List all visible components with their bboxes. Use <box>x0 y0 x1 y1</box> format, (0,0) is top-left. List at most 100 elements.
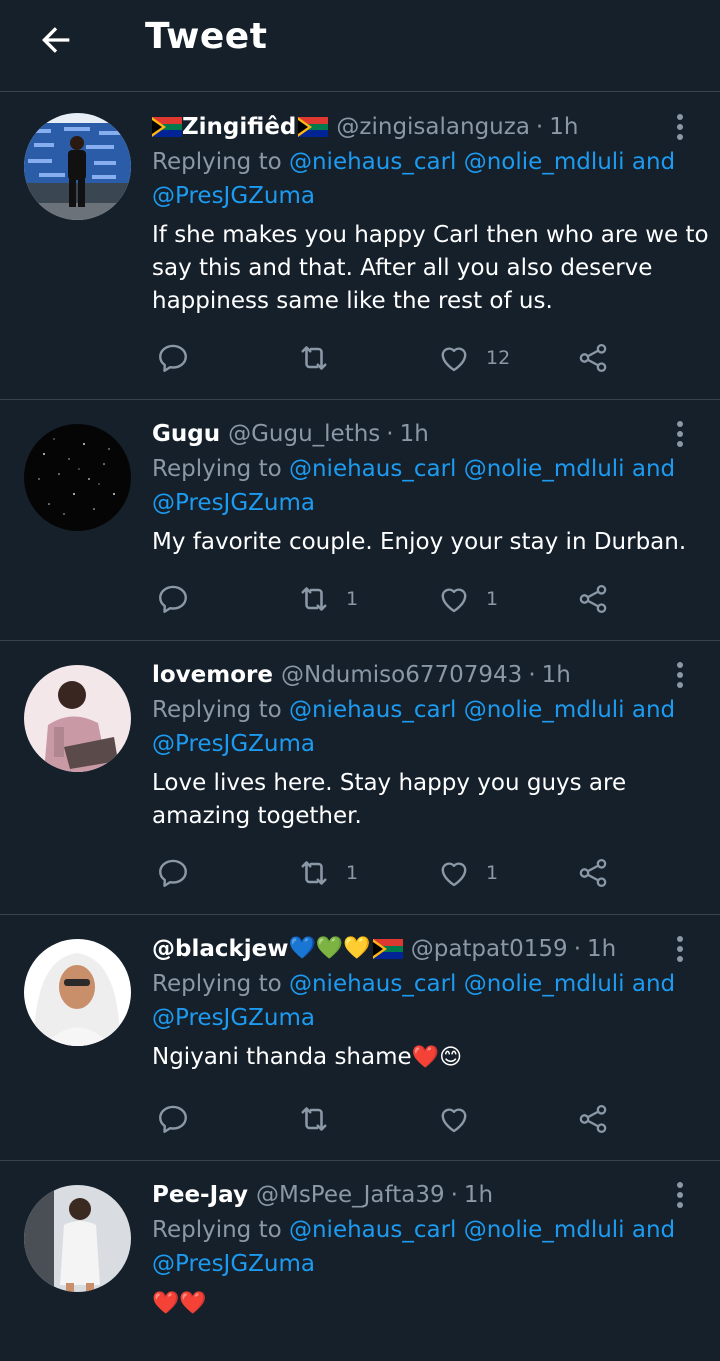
retweet-icon <box>301 861 327 885</box>
timestamp[interactable]: 1h <box>542 659 571 691</box>
more-options-button[interactable] <box>664 111 696 143</box>
replying-to: Replying to @niehaus_carl @nolie_mdluli … <box>152 1213 696 1281</box>
tweet-text: Ngiyani thanda shame❤️😊 <box>152 1041 712 1074</box>
hearts-emoji: 💙💚💛 <box>288 936 371 961</box>
heart-icon <box>441 588 467 613</box>
tweet-meta: Zingifiêd @zingisalanguza · 1h <box>152 111 696 143</box>
tweet-text-body: Ngiyani thanda shame <box>152 1044 412 1070</box>
author-handle[interactable]: @Gugu_leths <box>228 418 380 450</box>
separator-dot: · <box>573 936 581 962</box>
heart-icon <box>441 1108 467 1133</box>
replies-feed: Zingifiêd @zingisalanguza · 1h Replying … <box>0 93 720 1361</box>
avatar[interactable] <box>24 1185 131 1292</box>
mention-link[interactable]: @niehaus_carl <box>289 697 456 723</box>
tweet-content: Gugu @Gugu_leths · 1h Replying to @nieha… <box>152 418 696 559</box>
avatar[interactable] <box>24 939 131 1046</box>
mention-link[interactable]: @PresJGZuma <box>152 1251 315 1277</box>
author-handle[interactable]: @patpat0159 <box>411 933 568 965</box>
mention-link[interactable]: @PresJGZuma <box>152 731 315 757</box>
more-options-button[interactable] <box>664 1179 696 1211</box>
timestamp[interactable]: 1h <box>464 1179 493 1211</box>
mention-link[interactable]: @nolie_mdluli <box>464 149 625 175</box>
tweet-item[interactable]: lovemore @Ndumiso67707943 · 1h Replying … <box>0 641 720 915</box>
author-name[interactable]: Pee-Jay <box>152 1179 248 1211</box>
page-title: Tweet <box>145 16 268 57</box>
timestamp[interactable]: 1h <box>549 111 578 143</box>
replying-to: Replying to @niehaus_carl @nolie_mdluli … <box>152 145 696 213</box>
separator-dot: · <box>535 114 544 140</box>
retweet-icon <box>301 587 327 611</box>
tweet-item[interactable]: Gugu @Gugu_leths · 1h Replying to @nieha… <box>0 400 720 641</box>
more-options-button[interactable] <box>664 933 696 965</box>
replying-to: Replying to @niehaus_carl @nolie_mdluli … <box>152 693 696 761</box>
reply-icon <box>159 859 187 887</box>
back-button[interactable] <box>28 16 84 64</box>
like-button[interactable]: 1 <box>436 579 498 619</box>
mention-link[interactable]: @nolie_mdluli <box>464 456 625 482</box>
mention-and[interactable]: and <box>632 149 675 175</box>
more-vertical-icon <box>677 662 683 688</box>
mention-link[interactable]: @PresJGZuma <box>152 183 315 209</box>
retweet-button[interactable] <box>296 1099 332 1139</box>
mention-link[interactable]: @nolie_mdluli <box>464 1217 625 1243</box>
mention-link[interactable]: @niehaus_carl <box>289 1217 456 1243</box>
reply-button[interactable] <box>156 1099 190 1139</box>
like-count: 1 <box>486 588 499 610</box>
avatar[interactable] <box>24 113 131 220</box>
author-name[interactable]: Zingifiêd <box>182 111 296 143</box>
like-button[interactable] <box>436 1099 472 1139</box>
replying-to-label: Replying to <box>152 1217 282 1243</box>
more-vertical-icon <box>677 936 683 962</box>
more-options-button[interactable] <box>664 659 696 691</box>
author-handle[interactable]: @Ndumiso67707943 <box>281 659 522 691</box>
share-button[interactable] <box>576 1099 610 1139</box>
mention-link[interactable]: @niehaus_carl <box>289 456 456 482</box>
hearts-emoji: ❤️❤️ <box>152 1291 207 1316</box>
author-name[interactable]: @blackjew <box>152 933 289 965</box>
mention-and[interactable]: and <box>632 697 675 723</box>
tweet-meta: Pee-Jay @MsPee_Jafta39 · 1h <box>152 1179 696 1211</box>
like-button[interactable]: 12 <box>436 338 510 378</box>
tweet-actions: 12 <box>152 338 622 378</box>
retweet-button[interactable] <box>296 338 346 378</box>
avatar[interactable] <box>24 665 131 772</box>
mention-link[interactable]: @PresJGZuma <box>152 490 315 516</box>
replying-to: Replying to @niehaus_carl @nolie_mdluli … <box>152 452 696 520</box>
reply-button[interactable] <box>156 338 190 378</box>
timestamp[interactable]: 1h <box>400 418 429 450</box>
author-handle[interactable]: @zingisalanguza <box>336 111 530 143</box>
mention-link[interactable]: @niehaus_carl <box>289 149 456 175</box>
avatar[interactable] <box>24 424 131 531</box>
reply-button[interactable] <box>156 853 190 893</box>
mention-and[interactable]: and <box>632 456 675 482</box>
mention-and[interactable]: and <box>632 1217 675 1243</box>
retweet-button[interactable]: 1 <box>296 853 358 893</box>
reply-button[interactable] <box>156 579 190 619</box>
separator-dot: · <box>450 1182 458 1208</box>
tweet-text: My favorite couple. Enjoy your stay in D… <box>152 529 687 555</box>
heart-icon <box>441 862 467 887</box>
tweet-text: If she makes you happy Carl then who are… <box>152 222 709 314</box>
mention-link[interactable]: @nolie_mdluli <box>464 697 625 723</box>
share-button[interactable] <box>576 338 610 378</box>
like-button[interactable]: 1 <box>436 853 498 893</box>
author-name[interactable]: Gugu <box>152 418 220 450</box>
mention-and[interactable]: and <box>632 971 675 997</box>
share-button[interactable] <box>576 579 610 619</box>
tweet-text: ❤️❤️ <box>152 1287 712 1320</box>
share-icon <box>579 1104 607 1134</box>
top-app-bar: Tweet <box>0 0 720 92</box>
mention-link[interactable]: @nolie_mdluli <box>464 971 625 997</box>
more-options-button[interactable] <box>664 418 696 450</box>
author-name[interactable]: lovemore <box>152 659 273 691</box>
tweet-item[interactable]: Pee-Jay @MsPee_Jafta39 · 1h Replying to … <box>0 1161 720 1361</box>
tweet-item[interactable]: @blackjew 💙💚💛 @patpat0159 · 1h Replying … <box>0 915 720 1161</box>
share-button[interactable] <box>576 853 610 893</box>
timestamp[interactable]: 1h <box>587 933 616 965</box>
more-vertical-icon <box>677 421 683 447</box>
author-handle[interactable]: @MsPee_Jafta39 <box>256 1179 445 1211</box>
tweet-item[interactable]: Zingifiêd @zingisalanguza · 1h Replying … <box>0 93 720 400</box>
mention-link[interactable]: @PresJGZuma <box>152 1005 315 1031</box>
retweet-button[interactable]: 1 <box>296 579 358 619</box>
mention-link[interactable]: @niehaus_carl <box>289 971 456 997</box>
